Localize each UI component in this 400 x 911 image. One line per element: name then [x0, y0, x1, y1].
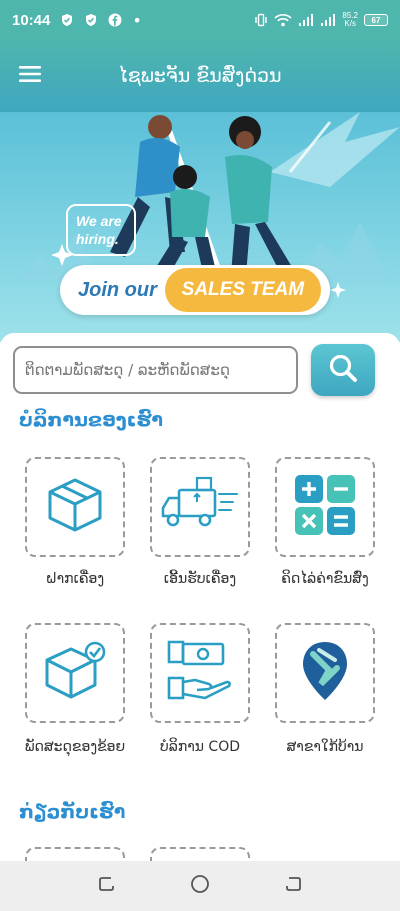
facebook-icon — [108, 13, 122, 27]
battery-level: 67 — [371, 15, 381, 25]
app-bar: ໄຊພະຈັນ ຂົນສົ່ງດ່ວນ — [0, 40, 400, 112]
service-tile-deposit[interactable] — [25, 457, 125, 557]
back-icon — [284, 875, 302, 897]
back-button[interactable] — [275, 868, 311, 904]
about-tile[interactable] — [25, 847, 125, 861]
app-screen: 10:44 • 85.2 K/s 67 ໄຊພະຈັນ ຂົນສົ່ງດ່ວນ … — [0, 0, 400, 911]
service-tile-branches[interactable] — [275, 623, 375, 723]
service-label-branches: ສາຂາໃກ້ບ້ານ — [286, 739, 364, 755]
shield-icon — [84, 13, 98, 27]
sales-team-text: SALES TEAM — [164, 268, 321, 312]
status-time: 10:44 — [12, 11, 51, 29]
package-box-icon — [46, 476, 104, 538]
about-tile[interactable] — [150, 847, 250, 861]
service-label-my-parcels: ພັດສະດຸຂອງຂ້ອຍ — [24, 739, 126, 755]
battery-icon: 67 — [364, 14, 388, 26]
service-label-deposit: ຝາກເຄື່ອງ — [45, 571, 105, 587]
notification-icons: • — [60, 10, 142, 30]
hiring-bubble: We are hiring. — [66, 204, 136, 256]
content-sheet: ບໍລິການຂອງເຮົາ ຝາກເຄື່ອງ ເອີ້ນຮັບເຄື່ອງ … — [0, 333, 400, 861]
network-speed: 85.2 K/s — [342, 12, 358, 28]
join-text: Join our — [78, 278, 157, 301]
hamburger-menu-icon — [19, 66, 41, 86]
service-tile-pickup[interactable] — [150, 457, 250, 557]
service-tile-cod[interactable] — [150, 623, 250, 723]
system-navigation-bar — [0, 861, 400, 911]
package-check-icon — [43, 641, 107, 705]
services-section-title: ບໍລິການຂອງເຮົາ — [19, 409, 163, 431]
shield-icon — [60, 13, 74, 27]
menu-button[interactable] — [0, 40, 60, 112]
tracking-search-box — [13, 346, 298, 394]
search-button[interactable] — [311, 344, 375, 396]
branch-location-icon — [299, 640, 351, 706]
service-label-pickup: ເອີ້ນຮັບເຄື່ອງ — [163, 571, 237, 587]
cash-on-delivery-icon — [165, 638, 235, 708]
signal-icon — [320, 13, 336, 27]
about-section-title: ກ່ຽວກັບເຮົາ — [19, 801, 126, 823]
delivery-truck-icon — [161, 476, 239, 538]
network-speed-unit: K/s — [344, 19, 356, 28]
home-button[interactable] — [182, 868, 218, 904]
recruitment-banner[interactable]: We are hiring. Join our SALES TEAM — [0, 112, 400, 342]
notification-dot: • — [132, 10, 142, 30]
home-circle-icon — [190, 874, 210, 898]
wifi-icon — [274, 13, 292, 27]
service-tile-my-parcels[interactable] — [25, 623, 125, 723]
service-label-cod: ບໍລິການ COD — [159, 739, 241, 755]
recent-apps-button[interactable] — [89, 868, 125, 904]
join-sales-team-pill: Join our SALES TEAM — [60, 265, 330, 315]
signal-icon — [298, 13, 314, 27]
recent-apps-icon — [98, 875, 116, 897]
service-tile-calculate[interactable] — [275, 457, 375, 557]
search-icon — [328, 353, 358, 387]
status-bar: 10:44 • 85.2 K/s 67 — [0, 0, 400, 40]
calculator-icon — [293, 473, 357, 541]
app-title: ໄຊພະຈັນ ຂົນສົ່ງດ່ວນ — [118, 65, 282, 87]
service-label-calculate: ຄິດໄລ່ຄ່າຂົນສົ່ງ — [281, 571, 369, 587]
vibrate-icon — [254, 13, 268, 27]
tracking-search-input[interactable] — [25, 361, 296, 379]
system-icons: 85.2 K/s 67 — [254, 12, 388, 28]
